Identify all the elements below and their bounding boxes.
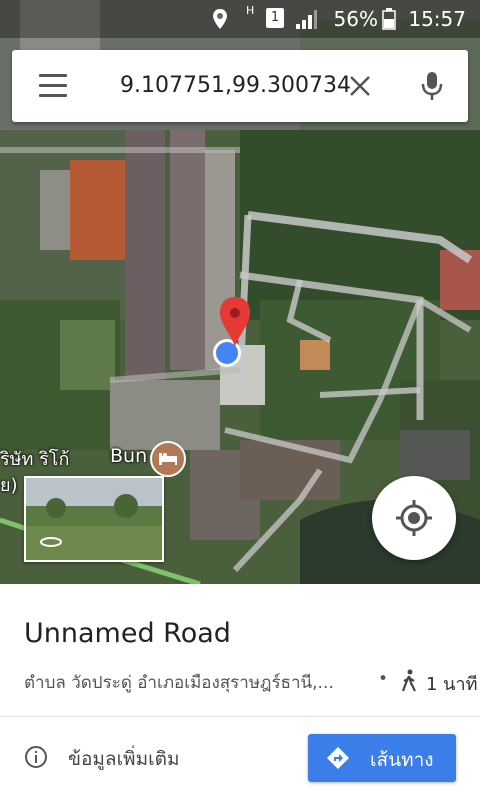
directions-label: เส้นทาง (370, 749, 434, 771)
info-icon (25, 746, 47, 768)
map-edge-label: ย) (0, 475, 18, 496)
divider (0, 716, 480, 717)
search-input[interactable]: 9.107751,99.300734 (120, 73, 351, 98)
battery-percent: 56% (333, 7, 378, 31)
sim-indicator: 1 (266, 8, 284, 28)
directions-button[interactable]: เส้นทาง (308, 734, 456, 782)
my-location-icon (396, 500, 432, 536)
place-title: Unnamed Road (24, 618, 231, 649)
search-bar: 9.107751,99.300734 (12, 50, 468, 122)
clock: 15:57 (408, 7, 466, 31)
network-type: H (246, 4, 255, 17)
poi-label[interactable]: Bun (110, 445, 147, 467)
walk-time: 1 นาที (426, 674, 478, 695)
separator-dot: • (378, 669, 389, 689)
street-view-thumbnail[interactable] (24, 476, 164, 562)
place-address: ตำบล วัดประดู่ อำเภอเมืองสุราษฎร์ธานี,..… (24, 673, 334, 693)
place-sheet[interactable]: Unnamed Road ตำบล วัดประดู่ อำเภอเมืองสุ… (0, 584, 480, 800)
mic-icon[interactable] (418, 70, 446, 102)
clear-icon[interactable] (346, 72, 374, 100)
menu-icon[interactable] (39, 74, 67, 98)
more-info-label: ข้อมูลเพิ่มเติม (68, 748, 180, 770)
location-status-icon (213, 9, 227, 29)
directions-icon (327, 747, 349, 769)
more-info-button[interactable]: ข้อมูลเพิ่มเติม (24, 742, 224, 772)
signal-icon (296, 10, 317, 29)
my-location-button[interactable] (372, 476, 456, 560)
map-edge-label: ริษัท ริโก้ (0, 449, 70, 470)
walk-icon (401, 669, 416, 692)
status-bar: H 1 56% 15:57 (0, 0, 480, 38)
battery-icon (382, 8, 396, 30)
hotel-icon[interactable] (150, 441, 186, 477)
